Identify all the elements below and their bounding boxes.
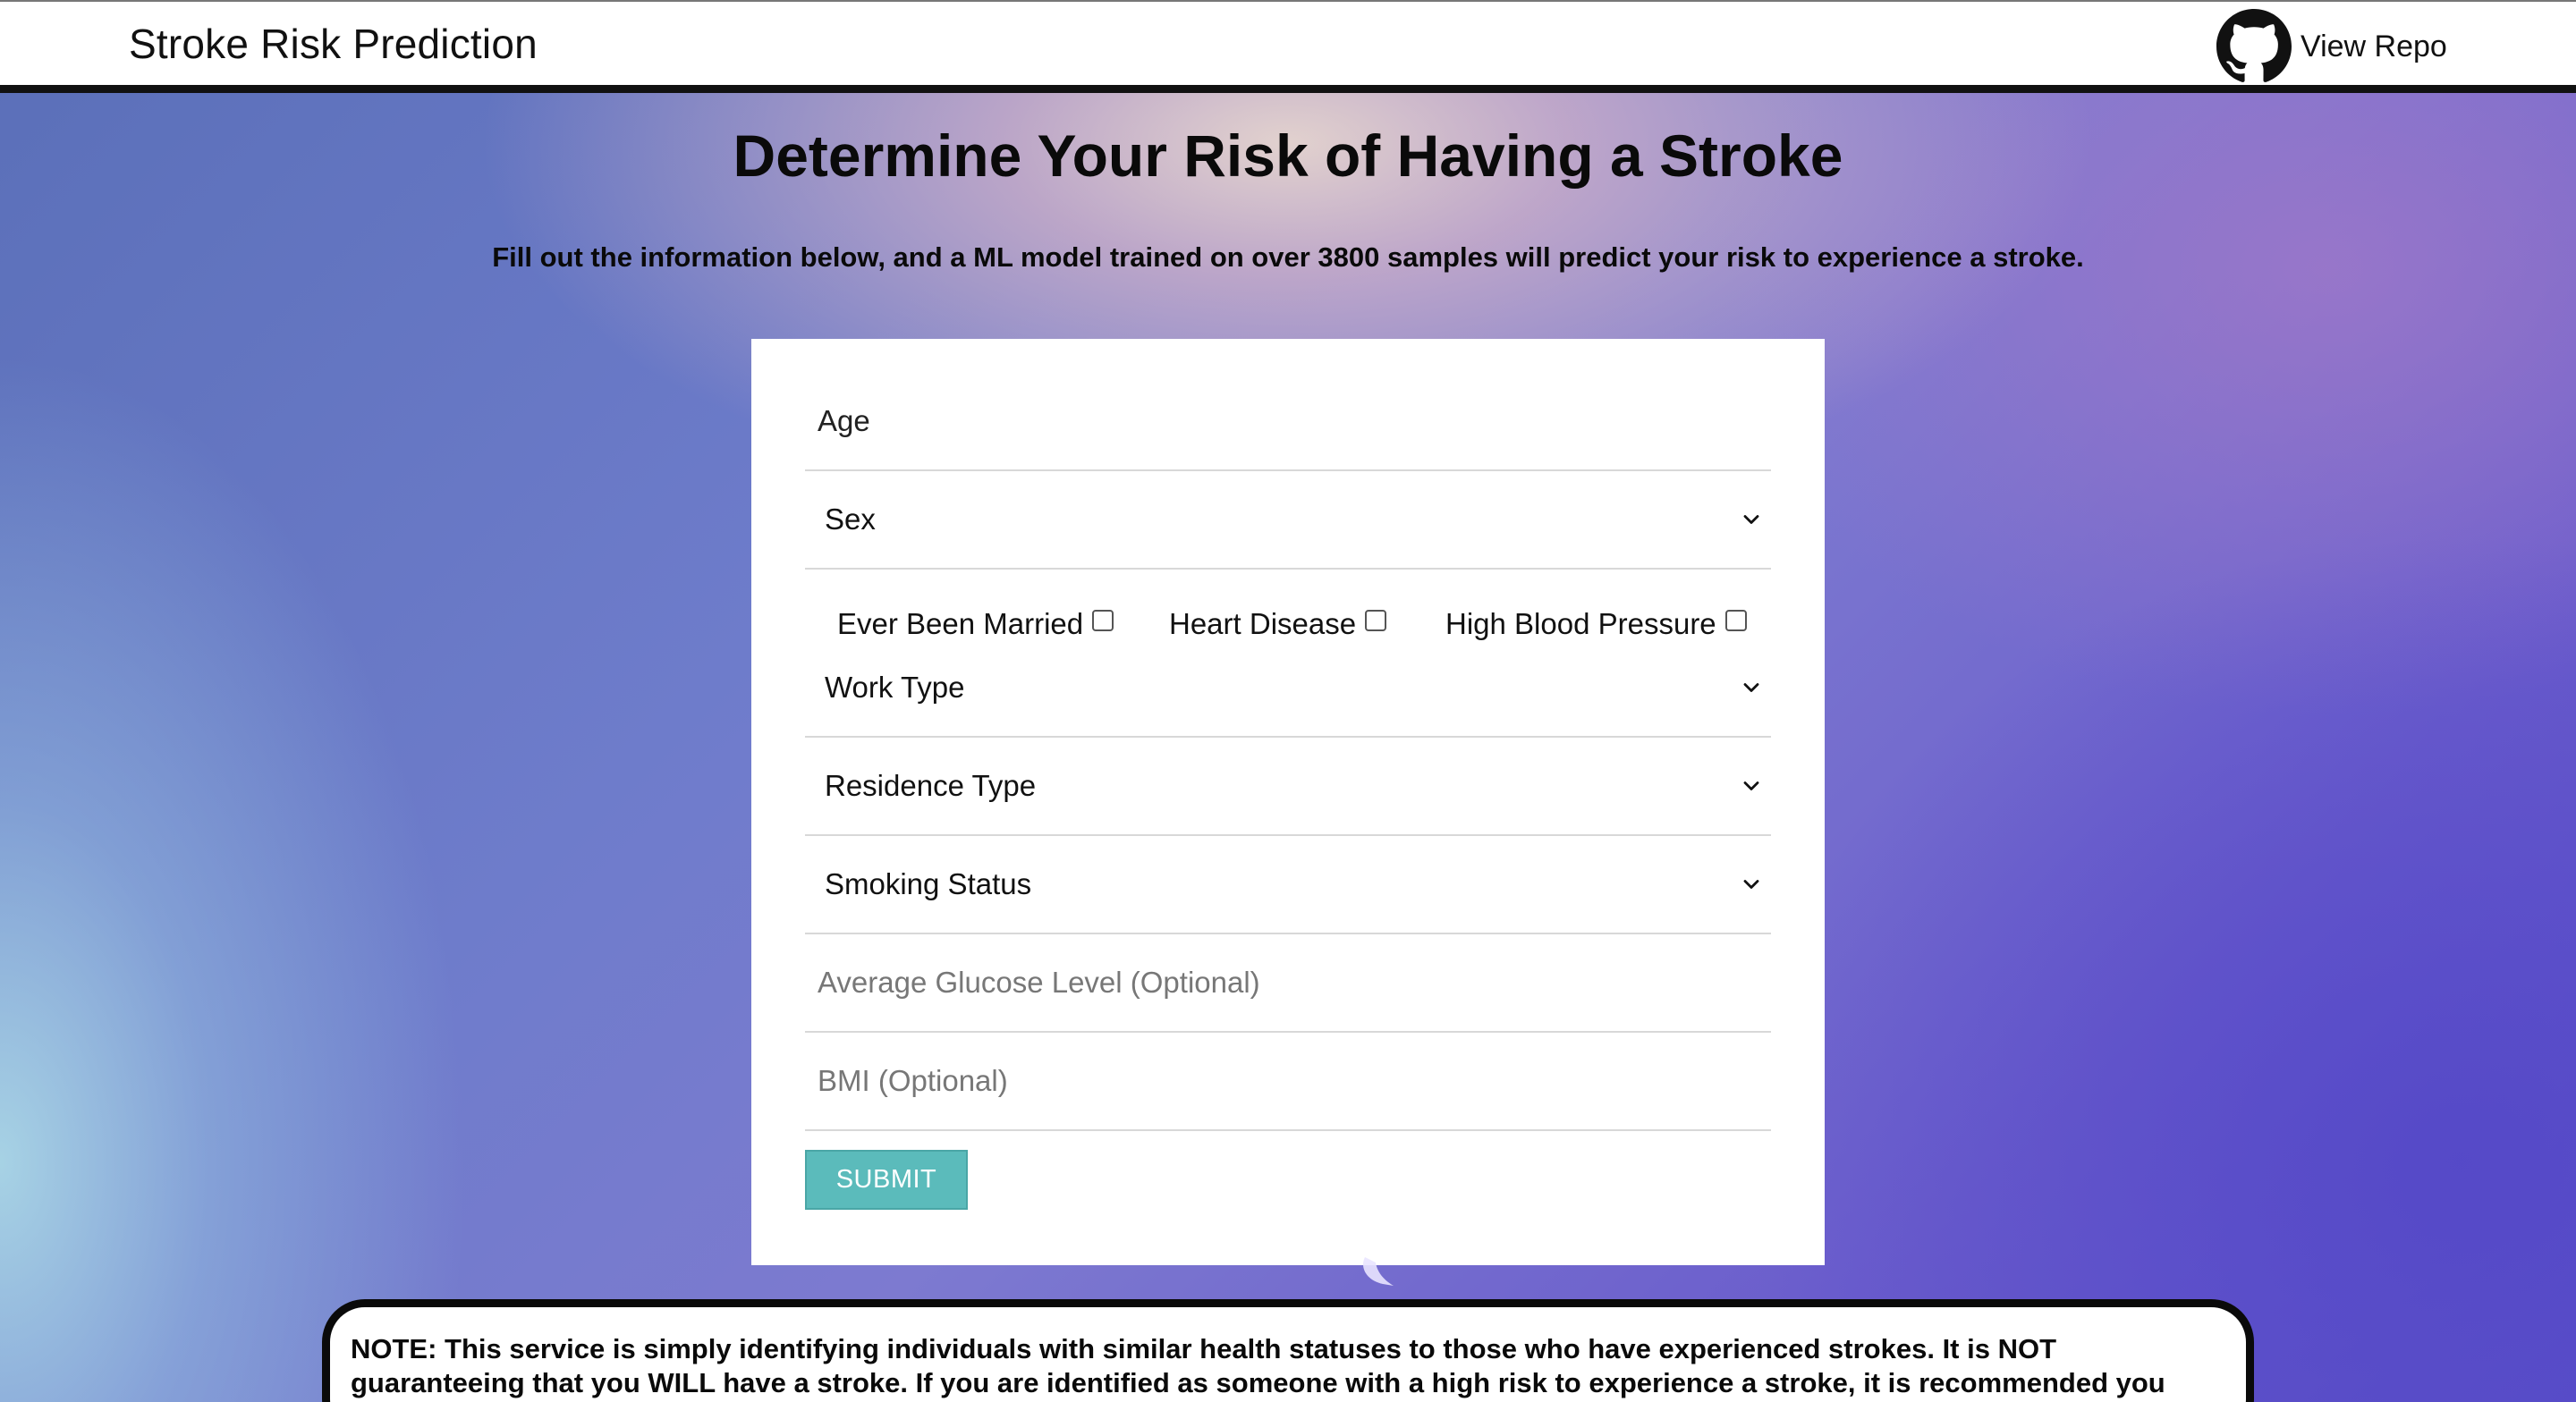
disclaimer-note: NOTE: This service is simply identifying… — [322, 1299, 2254, 1402]
chevron-down-icon — [1743, 781, 1759, 790]
glucose-field — [805, 934, 1771, 1033]
high-blood-pressure-checkbox[interactable]: High Blood Pressure — [1445, 607, 1747, 641]
chevron-down-icon — [1743, 515, 1759, 524]
form-panel: Sex Ever Been Married Heart Disease High… — [751, 339, 1825, 1265]
work-type-select-label: Work Type — [825, 671, 965, 704]
heart-disease-label: Heart Disease — [1169, 607, 1357, 640]
residence-type-select-label: Residence Type — [825, 769, 1037, 802]
sex-select[interactable]: Sex — [805, 471, 1771, 570]
chevron-down-icon — [1743, 880, 1759, 889]
work-type-select[interactable]: Work Type — [805, 639, 1771, 738]
ever-married-box[interactable] — [1092, 610, 1114, 631]
glucose-input[interactable] — [805, 966, 1771, 1000]
bmi-input[interactable] — [805, 1064, 1771, 1098]
heart-disease-box[interactable] — [1365, 610, 1387, 631]
sex-select-label: Sex — [825, 503, 876, 536]
ever-married-label: Ever Been Married — [837, 607, 1084, 640]
heart-disease-checkbox[interactable]: Heart Disease — [1169, 607, 1387, 641]
residence-type-select[interactable]: Residence Type — [805, 738, 1771, 836]
top-navbar: Stroke Risk Prediction View Repo — [0, 0, 2576, 93]
view-repo-link[interactable]: View Repo — [2216, 9, 2447, 84]
age-input[interactable] — [805, 404, 1771, 438]
bmi-field — [805, 1033, 1771, 1131]
high-blood-pressure-label: High Blood Pressure — [1445, 607, 1716, 640]
smoking-status-select-label: Smoking Status — [825, 867, 1032, 900]
decorative-shape — [1363, 1257, 1394, 1286]
chevron-down-icon — [1743, 683, 1759, 692]
view-repo-label: View Repo — [2301, 29, 2447, 63]
smoking-status-select[interactable]: Smoking Status — [805, 836, 1771, 934]
high-blood-pressure-box[interactable] — [1724, 610, 1747, 631]
app-title: Stroke Risk Prediction — [129, 21, 538, 67]
github-icon — [2216, 9, 2292, 82]
page-subheading: Fill out the information below, and a ML… — [492, 241, 2084, 273]
ever-married-checkbox[interactable]: Ever Been Married — [837, 607, 1114, 641]
page-heading: Determine Your Risk of Having a Stroke — [733, 122, 1843, 189]
submit-button[interactable]: SUBMIT — [805, 1150, 968, 1210]
age-field — [805, 373, 1771, 471]
